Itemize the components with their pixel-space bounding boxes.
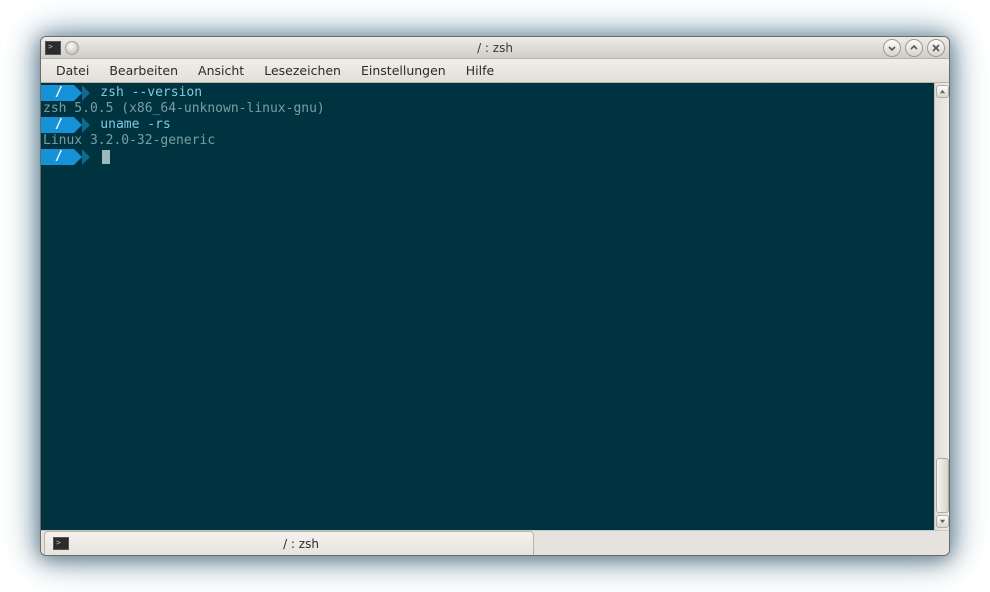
menubar: Datei Bearbeiten Ansicht Lesezeichen Ein… (41, 59, 949, 83)
minimize-button[interactable] (883, 39, 901, 57)
maximize-button[interactable] (905, 39, 923, 57)
close-button[interactable] (927, 39, 945, 57)
terminal-line: Linux 3.2.0-32-generic (41, 133, 932, 149)
cursor-icon (102, 150, 110, 164)
terminal-line: / zsh --version (41, 85, 932, 101)
pin-icon[interactable] (65, 41, 79, 55)
menu-lesezeichen[interactable]: Lesezeichen (255, 60, 350, 81)
menu-bearbeiten[interactable]: Bearbeiten (100, 60, 187, 81)
scroll-track[interactable] (936, 98, 949, 515)
output-text: Linux 3.2.0-32-generic (41, 133, 215, 149)
prompt-segment: / (41, 85, 90, 101)
command-text: uname -rs (92, 117, 170, 133)
prompt-segment: / (41, 149, 90, 165)
menu-ansicht[interactable]: Ansicht (189, 60, 253, 81)
prompt-segment: / (41, 117, 90, 133)
window-title: / : zsh (41, 41, 949, 55)
main-area: / zsh --versionzsh 5.0.5 (x86_64-unknown… (41, 83, 949, 530)
terminal-line: zsh 5.0.5 (x86_64-unknown-linux-gnu) (41, 101, 932, 117)
command-text: zsh --version (92, 85, 202, 101)
titlebar[interactable]: / : zsh (41, 37, 949, 59)
tabbar: / : zsh (41, 530, 949, 555)
output-text: zsh 5.0.5 (x86_64-unknown-linux-gnu) (41, 101, 325, 117)
terminal-output[interactable]: / zsh --versionzsh 5.0.5 (x86_64-unknown… (41, 83, 934, 530)
tab-label: / : zsh (77, 537, 525, 551)
scroll-thumb[interactable] (936, 458, 949, 513)
tab-icon (53, 537, 69, 550)
app-icon (45, 41, 61, 55)
terminal-line: / uname -rs (41, 117, 932, 133)
scroll-up-button[interactable] (936, 85, 949, 98)
scroll-down-button[interactable] (936, 515, 949, 528)
menu-datei[interactable]: Datei (47, 60, 98, 81)
tab-active[interactable]: / : zsh (44, 531, 534, 555)
scrollbar[interactable] (934, 83, 949, 530)
terminal-line: / (41, 149, 932, 165)
menu-einstellungen[interactable]: Einstellungen (352, 60, 455, 81)
command-text (92, 149, 100, 165)
terminal-window: / : zsh Datei Bearbeiten Ansicht Lesezei… (40, 36, 950, 556)
menu-hilfe[interactable]: Hilfe (457, 60, 503, 81)
